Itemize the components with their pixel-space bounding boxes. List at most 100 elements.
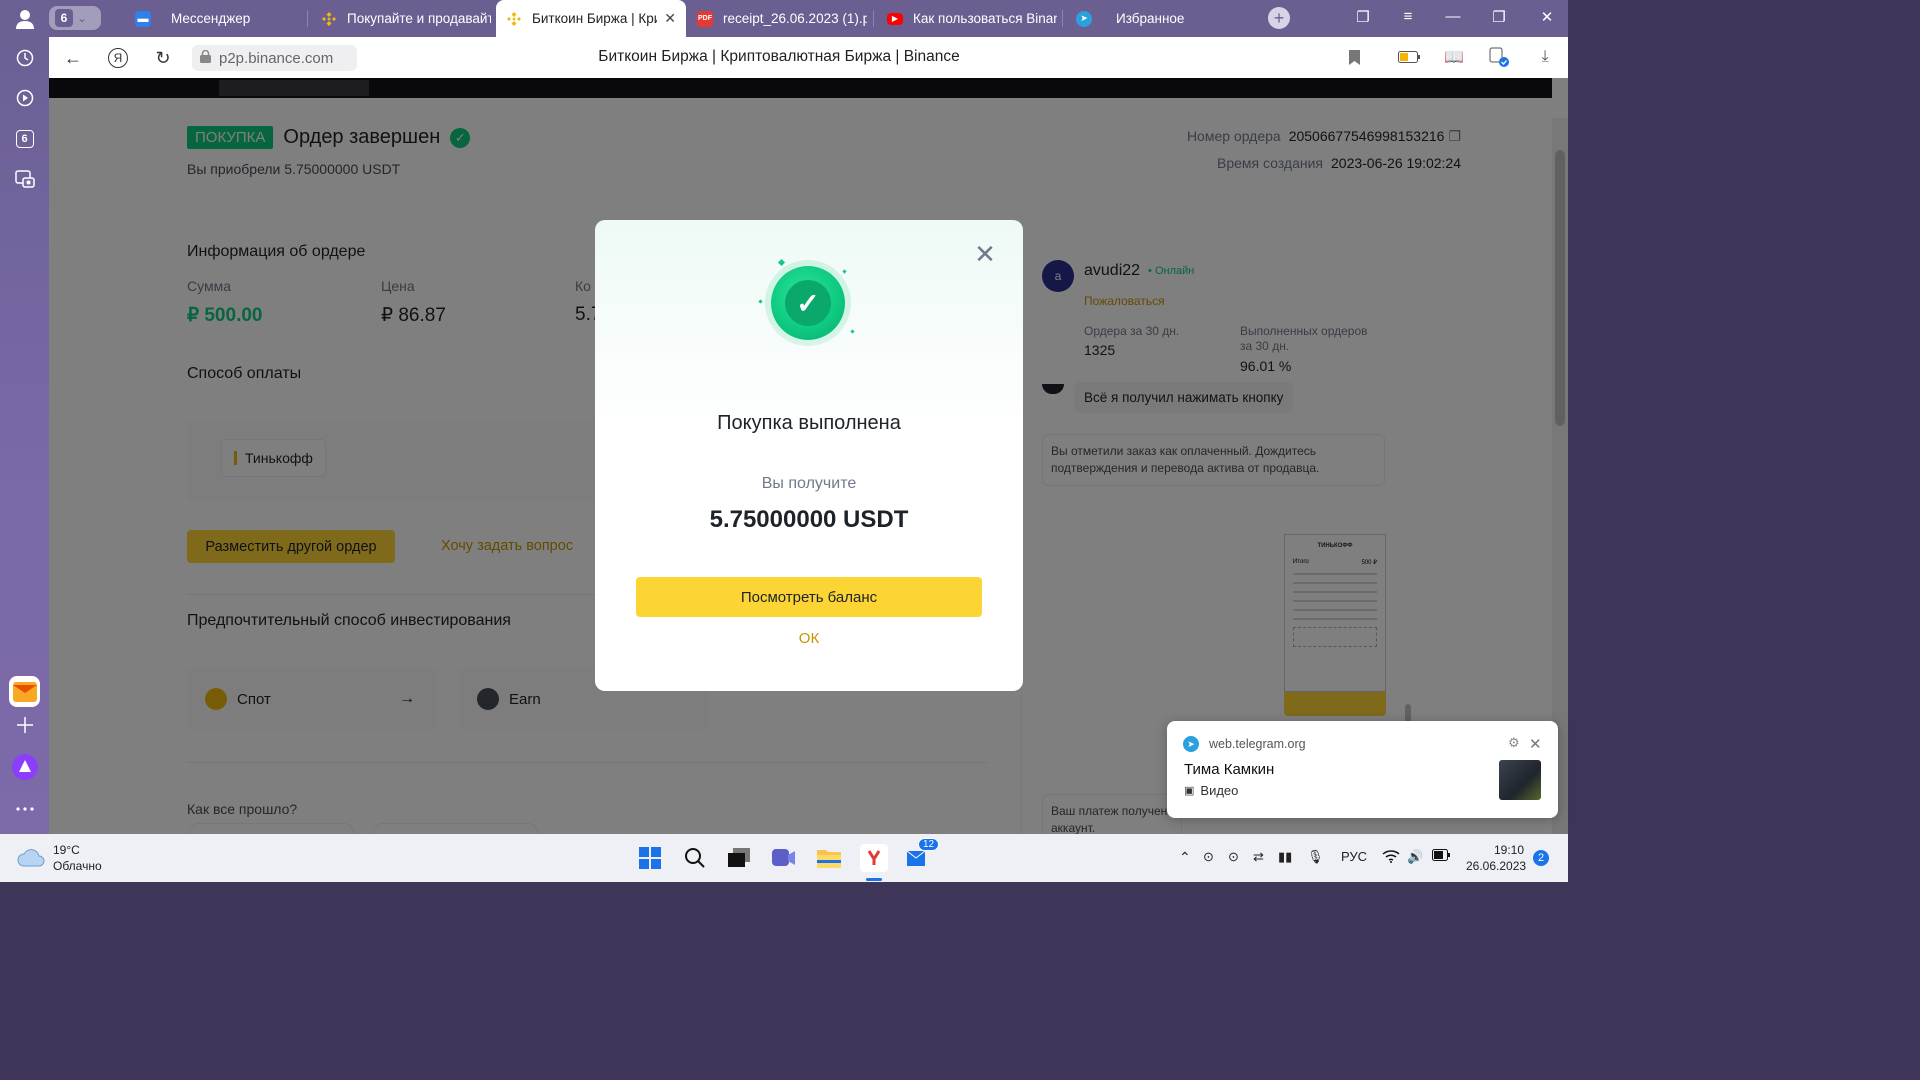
yandex-browser-icon[interactable] (860, 844, 888, 872)
back-icon[interactable]: ← (60, 45, 86, 71)
microphone-icon[interactable]: 🎙 (1307, 849, 1324, 865)
sidebar-badge: 6 (15, 129, 34, 148)
restore-icon[interactable]: ❐ (1489, 8, 1509, 26)
cloud-icon (17, 849, 45, 867)
sparkle (850, 329, 855, 334)
dialog-title: Покупка выполнена (717, 412, 901, 434)
battery-saver-icon[interactable] (1397, 45, 1421, 69)
tray-sync-icon[interactable]: ⇄ (1253, 849, 1264, 865)
chevron-down-icon: ⌄ (77, 11, 88, 25)
video-icon[interactable] (10, 83, 39, 112)
tab-label: Избранное (1116, 11, 1185, 26)
menu-icon[interactable]: ≡ (1398, 8, 1418, 25)
tray-app-icon[interactable]: ⊙ (1203, 849, 1214, 865)
notification-title: Тима Камкин (1184, 761, 1275, 778)
tab-counter[interactable]: 6 ⌄ (49, 6, 101, 30)
tab-youtube[interactable]: ▶ Как пользоваться Binance (877, 0, 1057, 37)
file-explorer-icon[interactable] (815, 844, 843, 872)
tab-separator (307, 10, 308, 27)
sparkle (758, 299, 763, 304)
profile-icon[interactable] (10, 4, 39, 33)
weather-text: 19°C Облачно (53, 842, 102, 874)
volume-icon[interactable]: 🔊 (1407, 849, 1423, 865)
tab-messenger[interactable]: ▬ Мессенджер (125, 0, 300, 37)
messenger-icon: ▬ (135, 10, 151, 27)
wifi-icon[interactable] (1382, 849, 1400, 866)
tray-stats-icon[interactable]: ▮▮ (1278, 849, 1292, 865)
mail-icon[interactable] (9, 676, 40, 707)
tab-label: Покупайте и продавайте (347, 11, 491, 26)
dialog-amount: 5.75000000 USDT (709, 506, 909, 533)
search-icon[interactable] (681, 844, 709, 872)
youtube-icon: ▶ (887, 12, 903, 25)
bookmark-icon[interactable] (1342, 45, 1366, 69)
checkmark: ✓ (785, 280, 831, 326)
settings-icon[interactable]: ⚙ (1508, 735, 1520, 751)
tab-p2p[interactable]: Покупайте и продавайте (311, 0, 491, 37)
alice-icon[interactable] (10, 752, 39, 781)
add-panel-icon[interactable] (10, 710, 39, 739)
language-indicator[interactable]: РУС (1341, 849, 1367, 864)
window-close-icon[interactable]: ✕ (1537, 8, 1557, 26)
weather-widget[interactable]: 19°C Облачно (17, 842, 102, 874)
translate-icon[interactable] (1487, 45, 1511, 69)
tab-binance-active[interactable]: Биткоин Биржа | Криптовалютная Биржа | B… (496, 0, 686, 37)
more-icon[interactable] (10, 794, 39, 823)
clock-date: 26.06.2023 (1466, 859, 1527, 873)
url-text: p2p.binance.com (219, 49, 334, 67)
tab-label: receipt_26.06.2023 (1).pdf (723, 11, 867, 26)
binance-icon (506, 11, 522, 27)
mail-badge: 12 (918, 838, 940, 851)
notification-body: ▣ Видео (1184, 783, 1238, 798)
tab-count: 6 (55, 9, 73, 27)
tab-label: Биткоин Биржа | Криптовалютная Биржа | B… (532, 11, 657, 26)
download-icon[interactable]: ⤓ (1533, 45, 1557, 69)
tab-groups-icon[interactable]: 6 (10, 124, 39, 153)
yandex-icon[interactable]: Я (105, 45, 131, 71)
lock-icon (200, 49, 211, 67)
teams-icon[interactable] (770, 844, 798, 872)
new-tab-button[interactable]: + (1268, 7, 1290, 29)
tray-app-icon[interactable]: ⊙ (1228, 849, 1239, 865)
pdf-icon: PDF (697, 10, 713, 27)
view-balance-button[interactable]: Посмотреть баланс (636, 577, 982, 617)
close-icon[interactable]: ✕ (1529, 735, 1542, 753)
success-illustration: ✓ (758, 258, 855, 346)
browser-sidebar: 6 (0, 0, 49, 834)
minimize-icon[interactable]: — (1443, 8, 1463, 25)
tab-label: Как пользоваться Binance (913, 11, 1057, 26)
tab-strip: 6 ⌄ ▬ Мессенджер Покупайте и продавайте … (49, 0, 1568, 37)
ok-button[interactable]: ОК (595, 630, 1023, 647)
clock-time: 19:10 (1493, 843, 1524, 857)
screenshot-icon[interactable] (10, 164, 39, 193)
temperature: 19°C (53, 843, 80, 857)
tab-separator (873, 10, 874, 27)
mail-app-icon[interactable]: 12 (905, 838, 940, 872)
telegram-notification[interactable]: ➤ web.telegram.org ⚙ ✕ Тима Камкин ▣ Вид… (1167, 721, 1558, 818)
windows-start-icon[interactable] (636, 844, 664, 872)
tab-favorites[interactable]: ➤ Избранное (1066, 0, 1246, 37)
tab-receipt-pdf[interactable]: PDF receipt_26.06.2023 (1).pdf (687, 0, 867, 37)
close-icon[interactable]: ✕ (973, 239, 997, 269)
binance-icon (321, 11, 337, 27)
battery-icon[interactable] (1432, 849, 1450, 864)
page-title: Биткоин Биржа | Криптовалютная Биржа | B… (598, 48, 960, 65)
reload-icon[interactable]: ↻ (150, 45, 176, 71)
telegram-icon: ➤ (1183, 736, 1199, 752)
clock[interactable]: 19:10 26.06.2023 (1466, 842, 1527, 874)
notification-source: web.telegram.org (1209, 737, 1306, 751)
dialog-subtitle: Вы получите (761, 475, 857, 492)
history-icon[interactable] (10, 43, 39, 72)
telegram-icon: ➤ (1076, 10, 1092, 27)
url-field[interactable]: p2p.binance.com (192, 45, 357, 71)
close-icon[interactable]: ✕ (664, 10, 676, 27)
sparkle (842, 269, 847, 274)
collections-icon[interactable]: ❐ (1353, 8, 1373, 26)
task-view-icon[interactable] (725, 844, 753, 872)
chevron-up-icon[interactable]: ⌃ (1179, 849, 1191, 866)
notifications-badge[interactable]: 2 (1533, 850, 1549, 866)
tab-separator (1062, 10, 1063, 27)
reader-icon[interactable]: 📖 (1442, 45, 1466, 69)
video-thumbnail (1499, 760, 1541, 800)
notification-text: Видео (1200, 783, 1239, 798)
